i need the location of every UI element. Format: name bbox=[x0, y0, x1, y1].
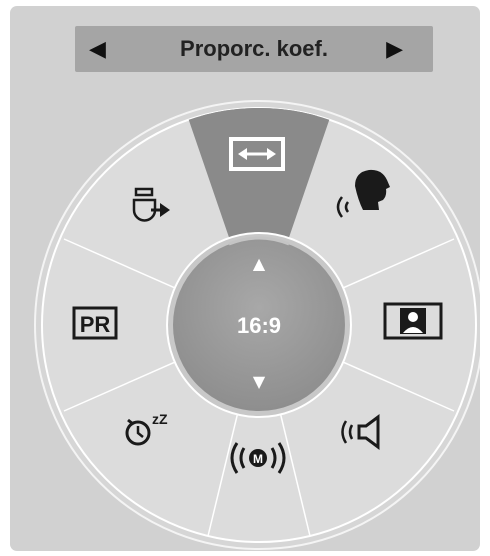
value-down-arrow[interactable]: ▼ bbox=[253, 372, 266, 391]
program-list-label: PR bbox=[80, 312, 111, 337]
program-list-icon[interactable]: PR bbox=[72, 306, 118, 340]
sleep-timer-label: zZ bbox=[152, 411, 168, 427]
quick-menu-wheel: PR zZ M ▲ 16:9 ▼ bbox=[34, 100, 480, 550]
menu-panel: ◀ Proporc. koef. ▶ PR zZ M ▲ 16:9 ▼ bbox=[10, 6, 480, 551]
aspect-ratio-value: 16:9 bbox=[237, 313, 281, 338]
mono-stereo-label: M bbox=[253, 452, 263, 466]
value-up-arrow[interactable]: ▲ bbox=[253, 254, 266, 273]
